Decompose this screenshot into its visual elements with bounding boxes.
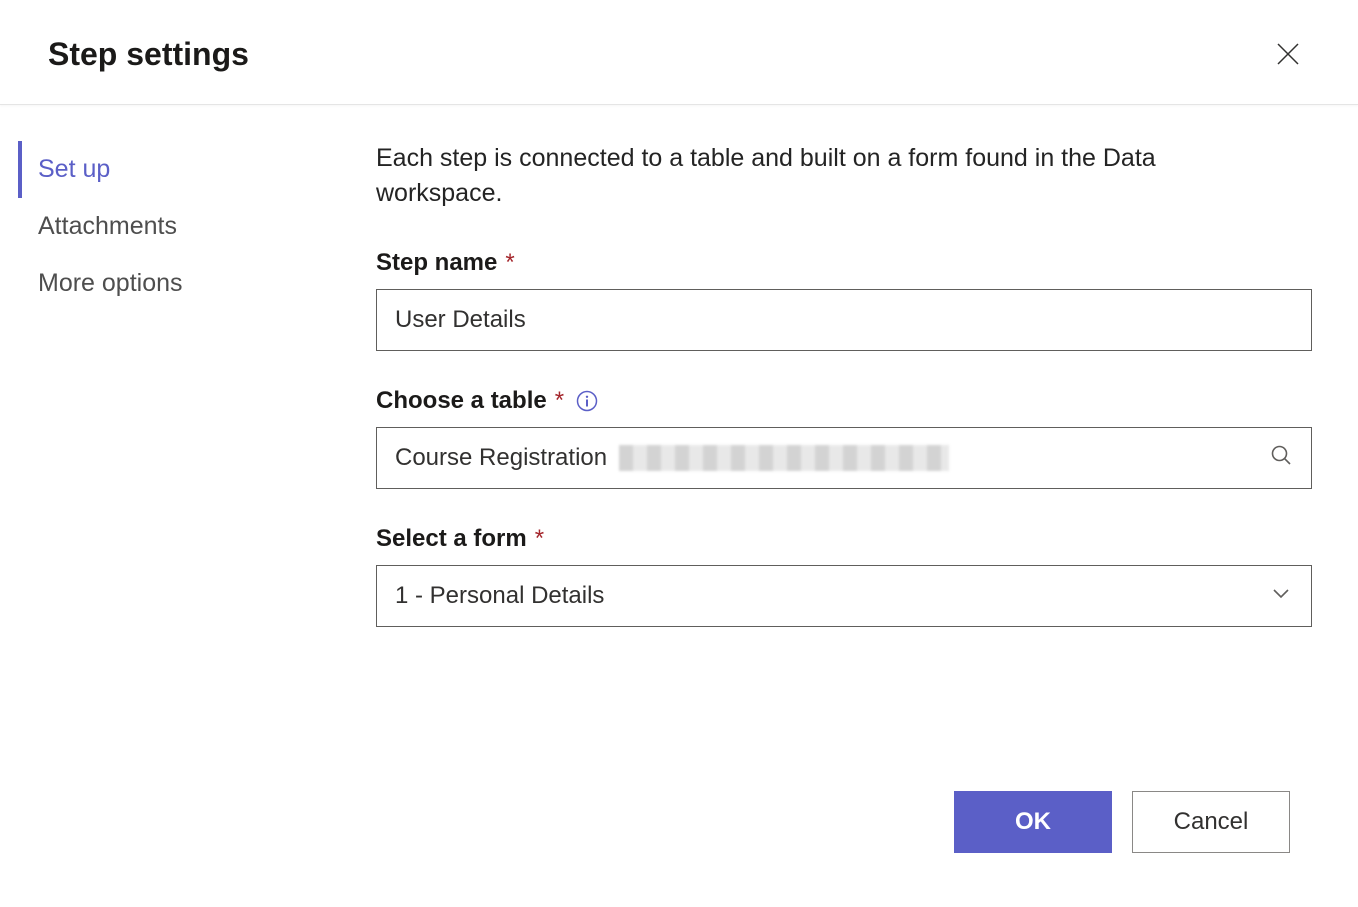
redacted-text bbox=[619, 445, 949, 471]
dialog-footer: OK Cancel bbox=[954, 791, 1290, 853]
main-panel: Each step is connected to a table and bu… bbox=[360, 105, 1358, 907]
sidebar-item-label: Set up bbox=[38, 155, 110, 183]
cancel-button-label: Cancel bbox=[1174, 808, 1249, 836]
step-name-input[interactable] bbox=[376, 289, 1312, 351]
sidebar: Set up Attachments More options bbox=[0, 105, 360, 907]
required-indicator: * bbox=[535, 525, 544, 553]
dialog-title: Step settings bbox=[48, 36, 249, 73]
step-name-label-row: Step name * bbox=[376, 249, 1312, 277]
info-icon[interactable] bbox=[576, 390, 598, 412]
required-indicator: * bbox=[505, 249, 514, 277]
cancel-button[interactable]: Cancel bbox=[1132, 791, 1290, 853]
ok-button-label: OK bbox=[1015, 808, 1051, 836]
sidebar-item-label: More options bbox=[38, 269, 183, 297]
required-indicator: * bbox=[555, 387, 564, 415]
select-form-label: Select a form bbox=[376, 525, 527, 553]
choose-table-group: Choose a table * Course Registration bbox=[376, 387, 1312, 489]
ok-button[interactable]: OK bbox=[954, 791, 1112, 853]
dialog-body: Set up Attachments More options Each ste… bbox=[0, 105, 1358, 907]
panel-description: Each step is connected to a table and bu… bbox=[376, 141, 1276, 211]
sidebar-item-more-options[interactable]: More options bbox=[18, 255, 360, 312]
close-icon bbox=[1274, 40, 1302, 68]
step-name-group: Step name * bbox=[376, 249, 1312, 351]
select-form-group: Select a form * 1 - Personal Details bbox=[376, 525, 1312, 627]
dialog-header: Step settings bbox=[0, 0, 1358, 105]
choose-table-value-wrap: Course Registration bbox=[395, 444, 949, 472]
search-icon bbox=[1269, 443, 1293, 474]
sidebar-item-setup[interactable]: Set up bbox=[18, 141, 360, 198]
select-form-dropdown[interactable]: 1 - Personal Details bbox=[376, 565, 1312, 627]
choose-table-label-row: Choose a table * bbox=[376, 387, 1312, 415]
choose-table-value: Course Registration bbox=[395, 444, 607, 472]
sidebar-item-attachments[interactable]: Attachments bbox=[18, 198, 360, 255]
step-settings-dialog: Step settings Set up Attachments More op… bbox=[0, 0, 1358, 907]
chevron-down-icon bbox=[1269, 581, 1293, 612]
choose-table-lookup[interactable]: Course Registration bbox=[376, 427, 1312, 489]
select-form-value: 1 - Personal Details bbox=[395, 582, 604, 610]
step-name-label: Step name bbox=[376, 249, 497, 277]
close-button[interactable] bbox=[1266, 32, 1310, 76]
sidebar-item-label: Attachments bbox=[38, 212, 177, 240]
choose-table-label: Choose a table bbox=[376, 387, 547, 415]
select-form-label-row: Select a form * bbox=[376, 525, 1312, 553]
